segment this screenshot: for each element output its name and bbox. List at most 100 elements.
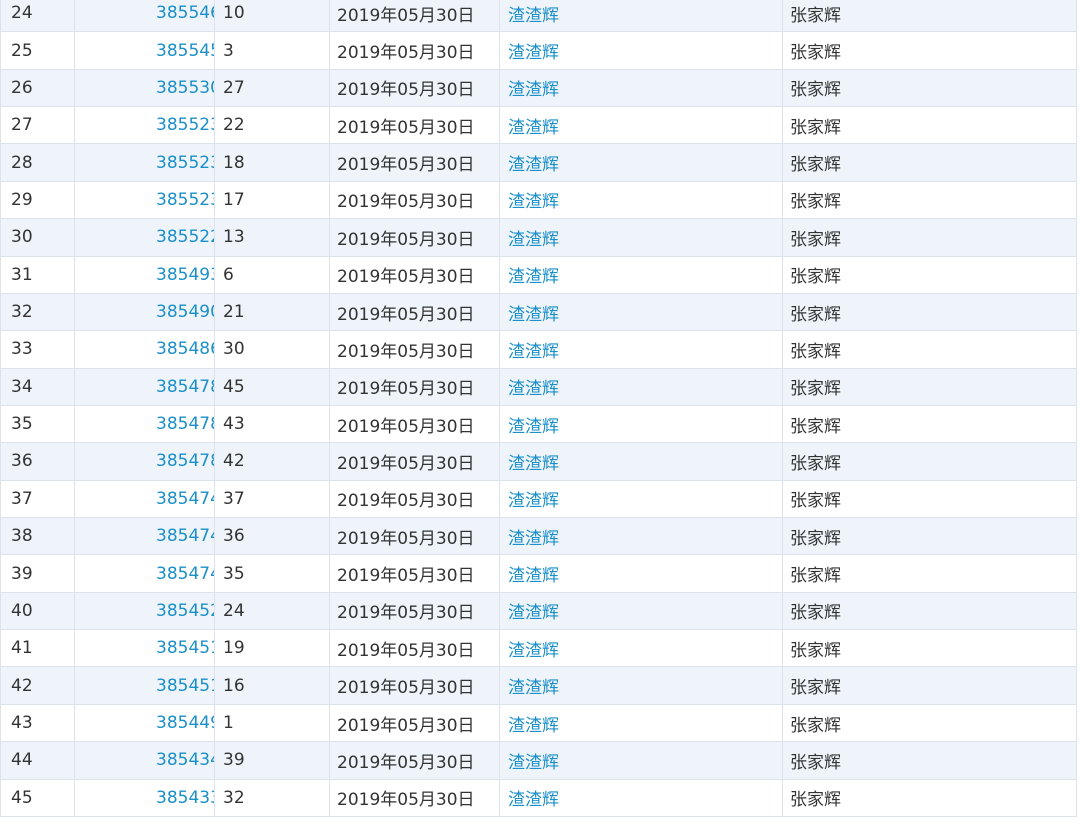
username-link[interactable]: 渣渣辉 xyxy=(499,442,783,481)
record-id-link[interactable]: 38549397 xyxy=(74,255,215,294)
table-row: 3238549049212019年05月30日渣渣辉张家辉 xyxy=(0,292,1077,332)
record-id-link[interactable]: 38547493 xyxy=(74,479,215,519)
row-number-cell: 35 xyxy=(0,404,75,444)
real-name-cell: 张家辉 xyxy=(782,292,1077,332)
row-number-cell: 24 xyxy=(0,0,75,33)
record-id-link[interactable]: 38543423 xyxy=(74,741,215,780)
date-cell: 2019年05月30日 xyxy=(329,554,500,593)
username-link[interactable]: 渣渣辉 xyxy=(499,778,783,817)
row-number-cell: 45 xyxy=(0,778,75,817)
table-row: 2838552311182019年05月30日渣渣辉张家辉 xyxy=(0,143,1077,182)
count-cell: 1 xyxy=(214,703,330,743)
count-cell: 45 xyxy=(214,367,330,406)
username-link[interactable]: 渣渣辉 xyxy=(499,479,783,519)
date-cell: 2019年05月30日 xyxy=(329,0,500,33)
real-name-cell: 张家辉 xyxy=(782,591,1077,631)
date-cell: 2019年05月30日 xyxy=(329,591,500,631)
username-link[interactable]: 渣渣辉 xyxy=(499,703,783,743)
username-link[interactable]: 渣渣辉 xyxy=(499,629,783,668)
record-id-link[interactable]: 38547479 xyxy=(74,554,215,593)
username-link[interactable]: 渣渣辉 xyxy=(499,218,783,257)
username-link[interactable]: 渣渣辉 xyxy=(499,554,783,593)
username-link[interactable]: 渣渣辉 xyxy=(499,292,783,332)
count-cell: 16 xyxy=(214,666,330,705)
real-name-cell: 张家辉 xyxy=(782,330,1077,369)
count-cell: 6 xyxy=(214,255,330,294)
date-cell: 2019年05月30日 xyxy=(329,255,500,294)
username-link[interactable]: 渣渣辉 xyxy=(499,68,783,108)
table-row: 4038545206242019年05月30日渣渣辉张家辉 xyxy=(0,591,1077,631)
table-row: 2938552305172019年05月30日渣渣辉张家辉 xyxy=(0,180,1077,220)
row-number-cell: 31 xyxy=(0,255,75,294)
real-name-cell: 张家辉 xyxy=(782,180,1077,220)
row-number-cell: 42 xyxy=(0,666,75,705)
row-number-cell: 44 xyxy=(0,741,75,780)
date-cell: 2019年05月30日 xyxy=(329,703,500,743)
table-row: 253855458832019年05月30日渣渣辉张家辉 xyxy=(0,31,1077,70)
table-row: 3938547479352019年05月30日渣渣辉张家辉 xyxy=(0,554,1077,593)
real-name-cell: 张家辉 xyxy=(782,666,1077,705)
row-number-cell: 29 xyxy=(0,180,75,220)
record-id-link[interactable]: 38552305 xyxy=(74,180,215,220)
username-link[interactable]: 渣渣辉 xyxy=(499,180,783,220)
real-name-cell: 张家辉 xyxy=(782,741,1077,780)
record-id-link[interactable]: 38552311 xyxy=(74,143,215,182)
record-id-link[interactable]: 38545206 xyxy=(74,591,215,631)
username-link[interactable]: 渣渣辉 xyxy=(499,367,783,406)
count-cell: 35 xyxy=(214,554,330,593)
date-cell: 2019年05月30日 xyxy=(329,292,500,332)
record-id-link[interactable]: 38543373 xyxy=(74,778,215,817)
table-row: 3038552275132019年05月30日渣渣辉张家辉 xyxy=(0,218,1077,257)
record-id-link[interactable]: 38549049 xyxy=(74,292,215,332)
count-cell: 30 xyxy=(214,330,330,369)
username-link[interactable]: 渣渣辉 xyxy=(499,255,783,294)
date-cell: 2019年05月30日 xyxy=(329,367,500,406)
row-number-cell: 39 xyxy=(0,554,75,593)
record-id-link[interactable]: 38547870 xyxy=(74,404,215,444)
date-cell: 2019年05月30日 xyxy=(329,479,500,519)
username-link[interactable]: 渣渣辉 xyxy=(499,404,783,444)
count-cell: 10 xyxy=(214,0,330,33)
record-id-link[interactable]: 38545173 xyxy=(74,629,215,668)
username-link[interactable]: 渣渣辉 xyxy=(499,143,783,182)
username-link[interactable]: 渣渣辉 xyxy=(499,517,783,556)
date-cell: 2019年05月30日 xyxy=(329,442,500,481)
record-id-link[interactable]: 38552335 xyxy=(74,106,215,145)
username-link[interactable]: 渣渣辉 xyxy=(499,591,783,631)
row-number-cell: 30 xyxy=(0,218,75,257)
record-id-link[interactable]: 38548633 xyxy=(74,330,215,369)
real-name-cell: 张家辉 xyxy=(782,255,1077,294)
record-id-link[interactable]: 38545153 xyxy=(74,666,215,705)
record-id-link[interactable]: 38544939 xyxy=(74,703,215,743)
record-id-link[interactable]: 38552275 xyxy=(74,218,215,257)
username-link[interactable]: 渣渣辉 xyxy=(499,31,783,70)
username-link[interactable]: 渣渣辉 xyxy=(499,330,783,369)
date-cell: 2019年05月30日 xyxy=(329,31,500,70)
username-link[interactable]: 渣渣辉 xyxy=(499,741,783,780)
count-cell: 32 xyxy=(214,778,330,817)
count-cell: 21 xyxy=(214,292,330,332)
table-row: 2438554632102019年05月30日渣渣辉张家辉 xyxy=(0,0,1077,33)
row-number-cell: 26 xyxy=(0,68,75,108)
record-id-link[interactable]: 38547886 xyxy=(74,367,215,406)
date-cell: 2019年05月30日 xyxy=(329,143,500,182)
real-name-cell: 张家辉 xyxy=(782,442,1077,481)
row-number-cell: 34 xyxy=(0,367,75,406)
date-cell: 2019年05月30日 xyxy=(329,330,500,369)
record-id-link[interactable]: 38554588 xyxy=(74,31,215,70)
record-id-link[interactable]: 38553077 xyxy=(74,68,215,108)
username-link[interactable]: 渣渣辉 xyxy=(499,666,783,705)
table-row: 4138545173192019年05月30日渣渣辉张家辉 xyxy=(0,629,1077,668)
record-id-link[interactable]: 38554632 xyxy=(74,0,215,33)
count-cell: 27 xyxy=(214,68,330,108)
row-number-cell: 25 xyxy=(0,31,75,70)
real-name-cell: 张家辉 xyxy=(782,218,1077,257)
table-row: 4538543373322019年05月30日渣渣辉张家辉 xyxy=(0,778,1077,817)
date-cell: 2019年05月30日 xyxy=(329,68,500,108)
record-id-link[interactable]: 38547485 xyxy=(74,517,215,556)
username-link[interactable]: 渣渣辉 xyxy=(499,0,783,33)
table-row: 2738552335222019年05月30日渣渣辉张家辉 xyxy=(0,106,1077,145)
username-link[interactable]: 渣渣辉 xyxy=(499,106,783,145)
real-name-cell: 张家辉 xyxy=(782,778,1077,817)
record-id-link[interactable]: 38547861 xyxy=(74,442,215,481)
